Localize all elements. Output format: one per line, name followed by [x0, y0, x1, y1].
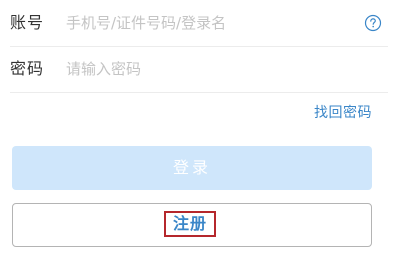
account-label: 账号: [10, 13, 45, 32]
password-row: 密码: [10, 46, 388, 93]
password-label: 密码: [10, 59, 45, 78]
question-circle-icon[interactable]: [364, 14, 382, 32]
account-input[interactable]: [66, 12, 346, 34]
register-label: 注册: [164, 211, 216, 237]
login-screen: 账号 密码 找回密码 登录 注册: [0, 0, 400, 266]
account-row: 账号: [10, 0, 388, 47]
register-button[interactable]: 注册: [12, 203, 372, 247]
login-button[interactable]: 登录: [12, 146, 372, 190]
forgot-password-link[interactable]: 找回密码: [314, 104, 372, 122]
password-input[interactable]: [66, 58, 346, 80]
